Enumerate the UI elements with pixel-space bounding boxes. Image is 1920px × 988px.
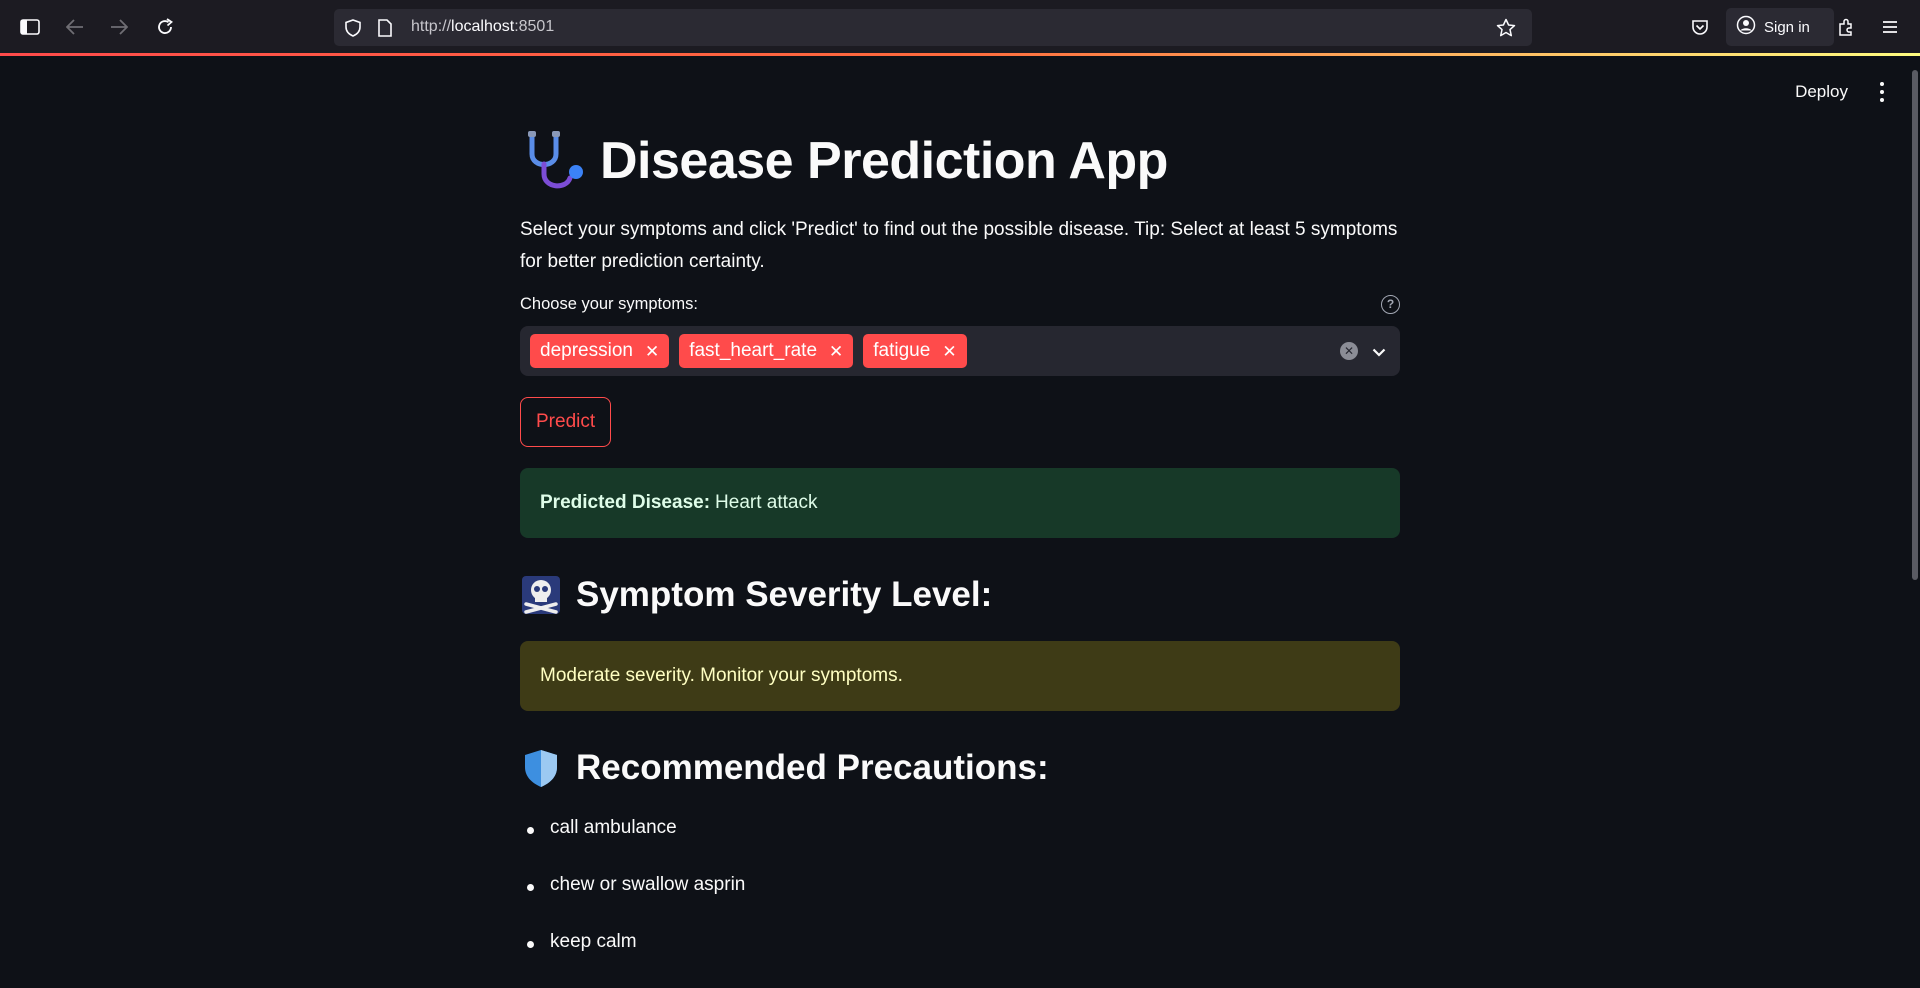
multiselect-controls: ✕ xyxy=(1340,326,1386,376)
browser-toolbar: http://localhost:8501 Sign in xyxy=(0,0,1920,53)
prediction-value: Heart attack xyxy=(715,492,818,513)
precaution-text: call ambulance xyxy=(550,817,677,838)
severity-message: Moderate severity. Monitor your symptoms… xyxy=(540,665,903,686)
prediction-alert: Predicted Disease: Heart attack xyxy=(520,468,1400,538)
remove-chip-icon[interactable]: ✕ xyxy=(645,343,659,360)
sign-in-button[interactable]: Sign in xyxy=(1726,8,1834,46)
page-scrollbar[interactable] xyxy=(1912,70,1918,580)
deploy-button[interactable]: Deploy xyxy=(1789,78,1854,106)
symptom-chip: fast_heart_rate ✕ xyxy=(679,334,854,368)
symptom-chip-label: depression xyxy=(540,340,633,361)
symptom-chip-label: fast_heart_rate xyxy=(689,340,818,361)
skull-crossbones-icon xyxy=(522,576,560,614)
title-row: Disease Prediction App xyxy=(520,120,1400,202)
symptoms-multiselect[interactable]: depression ✕ fast_heart_rate ✕ fatigue ✕… xyxy=(520,326,1400,376)
symptom-chip: fatigue ✕ xyxy=(863,334,967,368)
app-header: Deploy xyxy=(1789,78,1892,106)
prediction-label: Predicted Disease: xyxy=(540,492,711,513)
severity-alert: Moderate severity. Monitor your symptoms… xyxy=(520,641,1400,711)
severity-heading: Symptom Severity Level: xyxy=(520,570,1400,620)
list-item: call ambulance xyxy=(520,817,1400,874)
clear-all-icon[interactable]: ✕ xyxy=(1340,342,1358,360)
menu-icon[interactable] xyxy=(1876,13,1904,41)
intro-text: Select your symptoms and click 'Predict'… xyxy=(520,219,1398,272)
back-icon[interactable] xyxy=(61,13,89,41)
precautions-heading: Recommended Precautions: xyxy=(520,743,1400,793)
symptoms-label: Choose your symptoms: xyxy=(520,294,698,313)
reload-icon[interactable] xyxy=(151,13,179,41)
remove-chip-icon[interactable]: ✕ xyxy=(942,343,956,360)
main-menu-icon[interactable] xyxy=(1872,82,1892,102)
precaution-text: keep calm xyxy=(550,931,637,952)
sign-in-label: Sign in xyxy=(1764,18,1810,36)
loading-progress-line xyxy=(0,53,1920,56)
predict-button[interactable]: Predict xyxy=(520,397,612,447)
pocket-icon[interactable] xyxy=(1686,13,1714,41)
symptoms-label-row: Choose your symptoms: ? xyxy=(520,292,1400,316)
list-item: chew or swallow asprin xyxy=(520,874,1400,931)
main-content: Disease Prediction App Select your sympt… xyxy=(520,120,1400,988)
help-icon[interactable]: ? xyxy=(1381,294,1400,314)
tracking-shield-icon[interactable] xyxy=(339,14,367,42)
account-icon xyxy=(1736,15,1756,39)
chevron-down-icon[interactable] xyxy=(1372,342,1386,361)
shield-icon xyxy=(525,750,557,787)
remove-chip-icon[interactable]: ✕ xyxy=(829,343,843,360)
sidebar-toggle-icon[interactable] xyxy=(16,13,44,41)
bookmark-star-icon[interactable] xyxy=(1492,14,1520,42)
precaution-text: chew or swallow asprin xyxy=(550,874,746,895)
symptom-chip: depression ✕ xyxy=(530,334,670,368)
page-info-icon[interactable] xyxy=(371,14,399,42)
severity-heading-text: Symptom Severity Level: xyxy=(576,575,993,614)
forward-icon[interactable] xyxy=(105,13,133,41)
precautions-list: call ambulance chew or swallow asprin ke… xyxy=(520,817,1400,988)
list-item: keep calm xyxy=(520,931,1400,988)
extensions-icon[interactable] xyxy=(1832,13,1860,41)
stethoscope-icon xyxy=(528,131,583,189)
page-title: Disease Prediction App xyxy=(600,132,1168,190)
precautions-heading-text: Recommended Precautions: xyxy=(576,748,1049,787)
url-text: http://localhost:8501 xyxy=(411,18,555,35)
address-bar[interactable]: http://localhost:8501 xyxy=(334,9,1532,46)
symptom-chip-label: fatigue xyxy=(873,340,931,361)
